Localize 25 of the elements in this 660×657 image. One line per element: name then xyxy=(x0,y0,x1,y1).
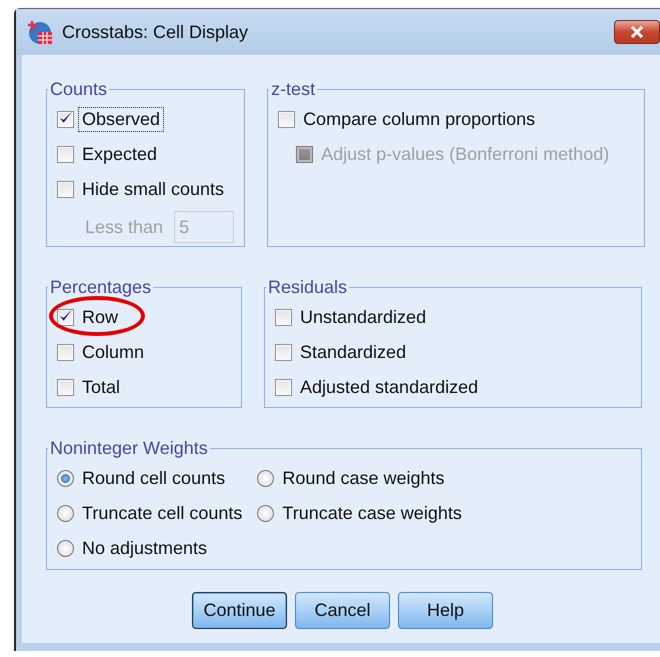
checkbox-label[interactable]: Unstandardized xyxy=(297,306,430,328)
dialog-button[interactable]: Continue xyxy=(192,592,287,629)
checkbox-label[interactable]: Compare column proportions xyxy=(300,108,538,130)
field-label: Less than xyxy=(84,216,164,238)
group-title: Noninteger Weights xyxy=(49,438,209,459)
checkbox-label[interactable]: Observed xyxy=(79,108,164,130)
checkbox-label[interactable]: Hide small counts xyxy=(79,178,228,200)
checkbox-label[interactable]: Adjusted standardized xyxy=(297,376,482,398)
checkbox-label[interactable]: Total xyxy=(79,376,124,398)
group-title: z-test xyxy=(270,79,316,100)
group-title: Percentages xyxy=(49,277,152,298)
window-title: Crosstabs: Cell Display xyxy=(62,22,248,42)
checkbox-label[interactable]: Column xyxy=(79,340,148,364)
group-title: Counts xyxy=(49,79,108,100)
radio-label[interactable]: Round case weights xyxy=(279,466,448,490)
checkbox-label[interactable]: Standardized xyxy=(297,340,410,364)
radio-label[interactable]: Truncate cell counts xyxy=(79,502,246,524)
checkbox-label[interactable]: Expected xyxy=(79,142,160,166)
dialog-button[interactable]: Help xyxy=(398,592,493,629)
radio-label[interactable]: No adjustments xyxy=(79,536,210,560)
radio-label[interactable]: Truncate case weights xyxy=(279,502,465,524)
checkbox-label[interactable]: Row xyxy=(79,306,122,328)
dialog-button[interactable]: Cancel xyxy=(295,592,390,629)
group-title: Residuals xyxy=(267,277,348,298)
radio-label[interactable]: Round cell counts xyxy=(79,466,228,490)
